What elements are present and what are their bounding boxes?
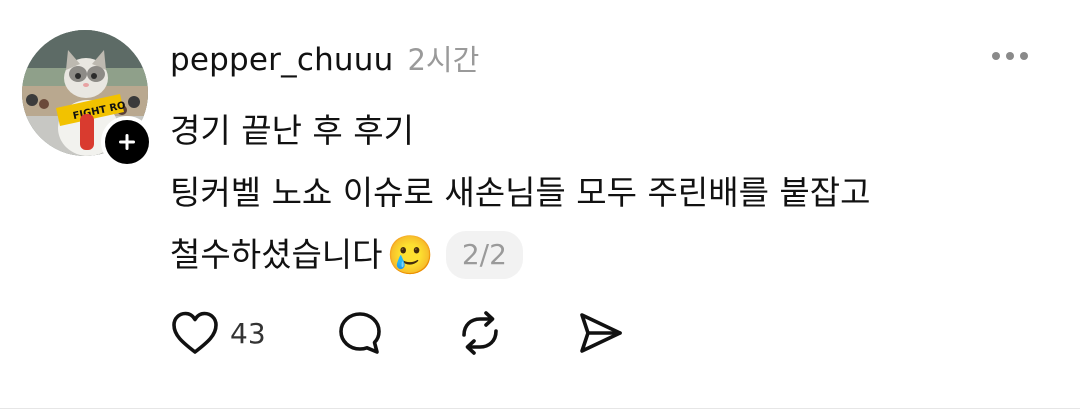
post-card: FIGHT RO pepper_chuuu 2시간 경기 끝난 후 후기 팅커벨… (0, 0, 1080, 409)
thread-page-indicator: 2/2 (445, 231, 523, 279)
plus-icon (119, 134, 135, 150)
share-button[interactable] (576, 308, 626, 358)
repost-icon (461, 311, 498, 355)
follow-button[interactable] (101, 116, 153, 168)
avatar-container[interactable]: FIGHT RO (22, 30, 153, 168)
like-count: 43 (230, 316, 266, 350)
post-text-line: 철수하셨습니다 (170, 235, 383, 274)
repost-button[interactable] (454, 308, 506, 358)
more-dots-icon (992, 52, 1000, 60)
crying-smile-emoji: 🥲 (386, 233, 434, 277)
follow-button-circle (105, 120, 149, 164)
more-dots-icon (1006, 52, 1014, 60)
username[interactable]: pepper_chuuu (170, 42, 393, 78)
post-time: 2시간 (407, 43, 480, 77)
post-text-line: 팅커벨 노쇼 이슈로 새손님들 모두 주린배를 붙잡고 (170, 173, 871, 212)
more-options-button[interactable] (992, 46, 1032, 66)
post-actions: 43 (170, 308, 626, 358)
comment-button[interactable] (336, 308, 384, 358)
send-icon (579, 313, 622, 353)
post-text-line-last: 철수하셨습니다 🥲 2/2 (170, 224, 1030, 286)
like-button[interactable]: 43 (170, 308, 266, 358)
post-text-line: 경기 끝난 후 후기 (170, 111, 414, 150)
more-dots-icon (1020, 52, 1028, 60)
post-body: 경기 끝난 후 후기 팅커벨 노쇼 이슈로 새손님들 모두 주린배를 붙잡고 철… (170, 100, 1030, 286)
heart-icon (172, 311, 218, 354)
comment-icon (338, 312, 381, 354)
post-header: pepper_chuuu 2시간 (170, 37, 479, 81)
